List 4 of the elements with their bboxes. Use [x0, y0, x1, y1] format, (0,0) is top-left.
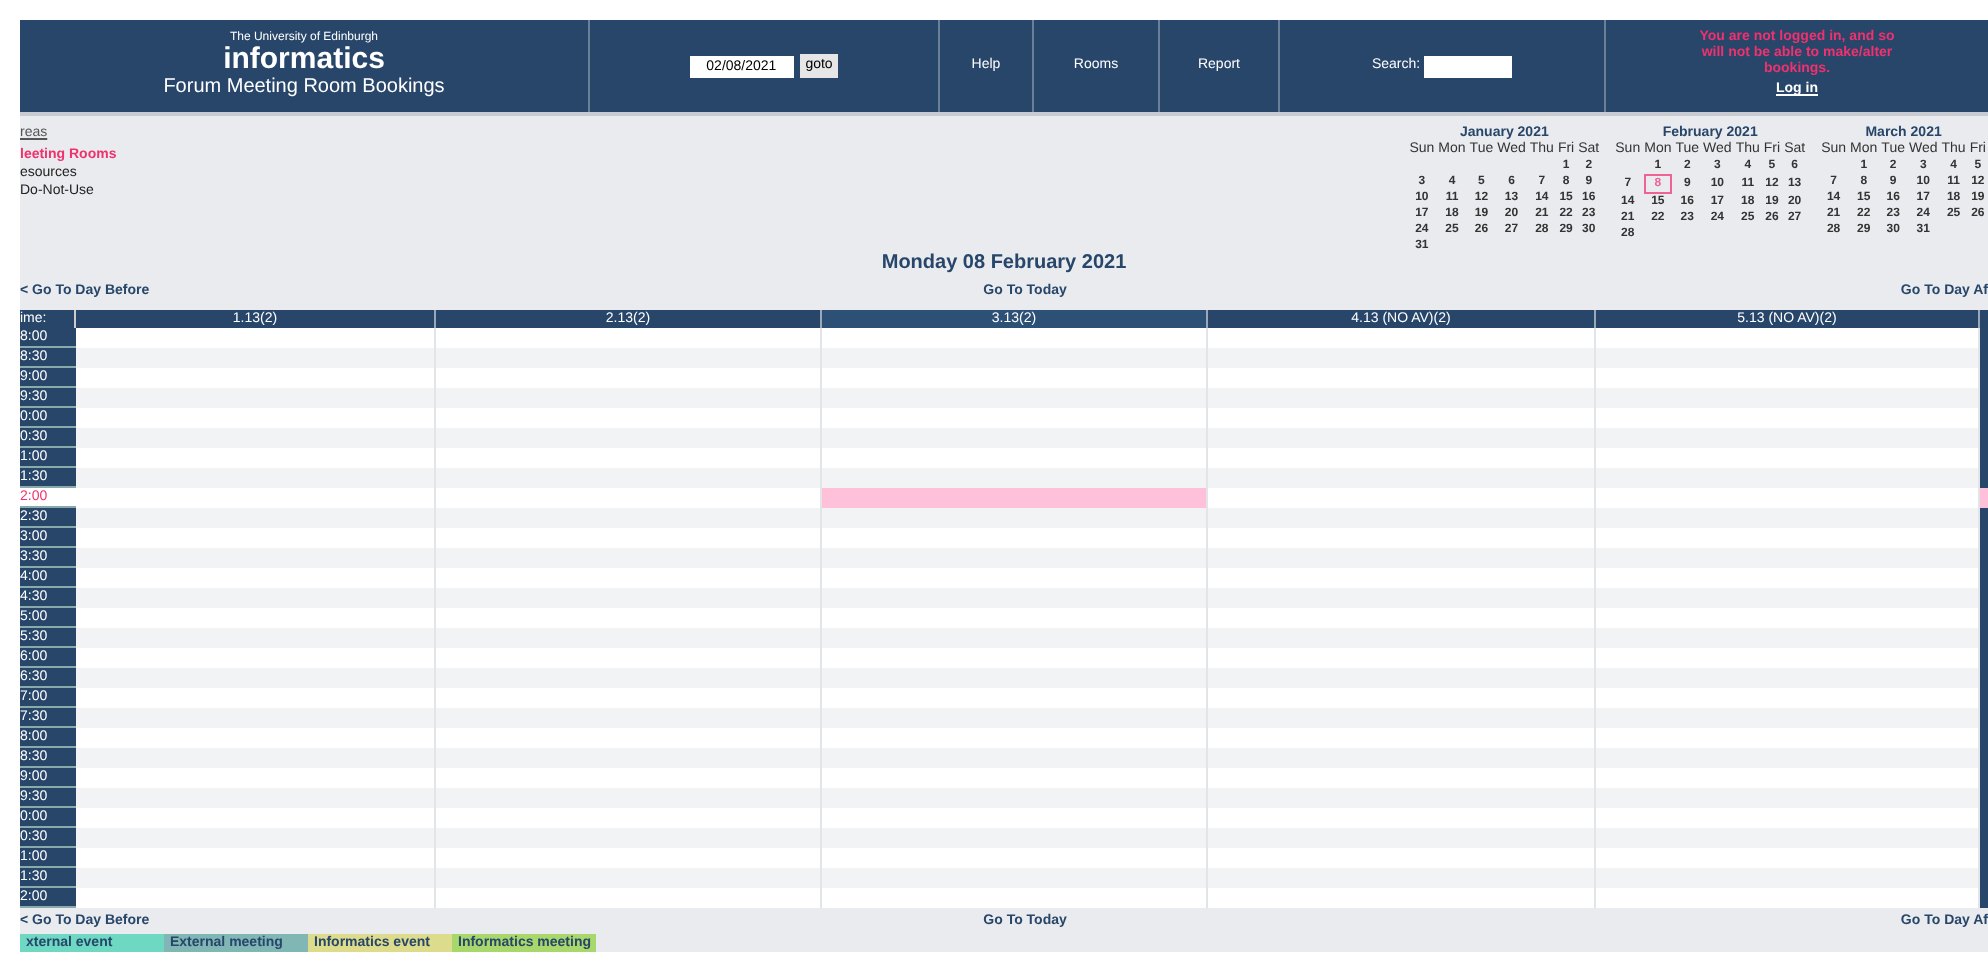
day-title: Monday 08 February 2021 — [879, 250, 1129, 278]
logo: informatics — [223, 46, 385, 74]
site-title: Forum Meeting Room Bookings — [163, 74, 445, 102]
search-field[interactable] — [1424, 55, 1513, 77]
